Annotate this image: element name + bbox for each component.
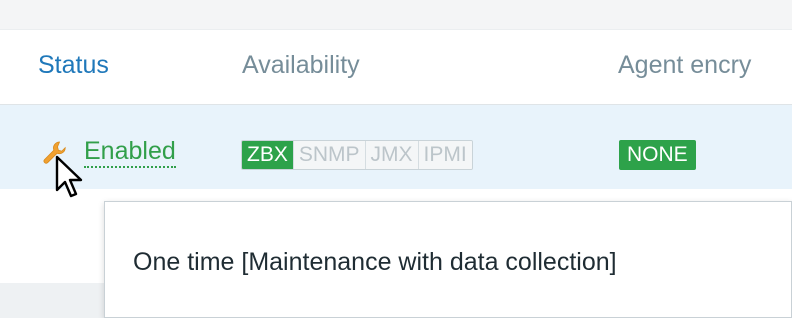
encryption-none-badge: NONE — [619, 140, 696, 170]
status-enabled-link[interactable]: Enabled — [84, 136, 176, 168]
availability-badge-snmp: SNMP — [292, 141, 365, 169]
column-header-agent-encryption: Agent encry — [618, 51, 752, 79]
availability-badge-ipmi: IPMI — [417, 141, 472, 169]
table-top-band — [0, 0, 792, 30]
table-header-row: Status Availability Agent encry — [0, 31, 792, 105]
column-header-status[interactable]: Status — [38, 51, 109, 80]
availability-badge-jmx: JMX — [364, 141, 418, 169]
mouse-pointer-icon — [55, 155, 83, 198]
maintenance-tooltip: One time [Maintenance with data collecti… — [104, 201, 792, 318]
tooltip-text: One time [Maintenance with data collecti… — [133, 248, 617, 276]
availability-badge-zbx: ZBX — [242, 141, 293, 169]
availability-badges: ZBX SNMP JMX IPMI — [241, 140, 473, 170]
column-header-availability: Availability — [242, 51, 360, 79]
